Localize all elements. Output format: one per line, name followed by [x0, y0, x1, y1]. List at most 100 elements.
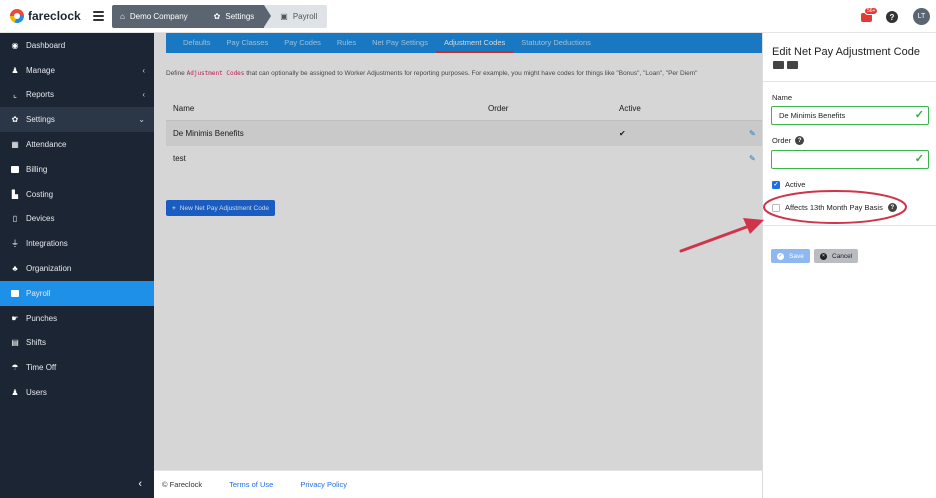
- tab-rules[interactable]: Rules: [329, 38, 364, 53]
- sidebar-collapse-button[interactable]: ‹: [0, 470, 154, 498]
- hamburger-menu-icon[interactable]: [93, 11, 104, 21]
- punch-icon: ☛: [11, 313, 19, 323]
- umbrella-icon: ☂: [11, 363, 19, 373]
- help-icon[interactable]: ?: [887, 203, 897, 212]
- row-active-check: ✔: [619, 129, 626, 138]
- table-row[interactable]: De Minimis Benefits ✔ ✎: [166, 121, 762, 146]
- sidebar-item-label: Settings: [26, 115, 55, 125]
- sidebar-item-label: Reports: [26, 90, 55, 100]
- avatar[interactable]: LT: [913, 8, 930, 25]
- new-adjustment-code-button[interactable]: + New Net Pay Adjustment Code: [166, 200, 276, 216]
- breadcrumb-company-label: Demo Company: [129, 12, 188, 21]
- tab-statutory-deductions[interactable]: Statutory Deductions: [513, 38, 599, 53]
- description-text: Define: [166, 70, 187, 77]
- valid-check-icon: ✓: [914, 109, 924, 121]
- person-icon: ♟: [11, 65, 19, 75]
- sidebar-item-manage[interactable]: ♟ Manage ‹: [0, 58, 154, 83]
- tab-defaults[interactable]: Defaults: [175, 38, 219, 53]
- breadcrumb-settings[interactable]: ✿ Settings: [197, 5, 271, 28]
- help-icon[interactable]: ?: [886, 11, 898, 23]
- terms-of-use-link[interactable]: Terms of Use: [229, 480, 273, 489]
- plus-icon: +: [172, 204, 176, 212]
- breadcrumb-settings-label: Settings: [225, 12, 255, 21]
- tab-pay-codes[interactable]: Pay Codes: [276, 38, 329, 53]
- sidebar-item-dashboard[interactable]: ◉ Dashboard: [0, 33, 154, 58]
- tab-adjustment-codes[interactable]: Adjustment Codes: [435, 38, 514, 53]
- sidebar-item-time-off[interactable]: ☂ Time Off: [0, 355, 154, 380]
- sidebar-item-label: Billing: [26, 164, 48, 174]
- sidebar-item-devices[interactable]: ▯ Devices: [0, 207, 154, 232]
- payroll-icon: ▣: [280, 12, 288, 21]
- sidebar-item-label: Manage: [26, 65, 55, 75]
- page-description: Define Adjustment Codes that can optiona…: [166, 70, 697, 77]
- order-label: Order?: [772, 136, 805, 145]
- settings-tabs: Defaults Pay Classes Pay Codes Rules Net…: [166, 33, 762, 53]
- name-label: Name: [772, 93, 792, 102]
- sidebar-item-label: Users: [26, 388, 47, 398]
- adjustment-codes-table: Name Order Active De Minimis Benefits ✔ …: [166, 97, 762, 171]
- shift-icon: ▤: [11, 338, 19, 348]
- panel-title: Edit Net Pay Adjustment Code: [772, 46, 920, 58]
- name-field[interactable]: De Minimis Benefits ✓: [771, 106, 929, 125]
- tab-net-pay-settings[interactable]: Net Pay Settings: [364, 38, 436, 53]
- sidebar-item-payroll[interactable]: Payroll: [0, 280, 154, 306]
- sidebar-item-label: Integrations: [26, 239, 68, 249]
- divider: [763, 225, 936, 226]
- sidebar-item-billing[interactable]: Billing: [0, 157, 154, 182]
- truck-icon: [787, 61, 798, 69]
- footer: © Fareclock Terms of Use Privacy Policy: [154, 470, 762, 498]
- chart-icon: ⌞: [13, 90, 17, 100]
- id-card-icon: [773, 61, 784, 69]
- sidebar-item-attendance[interactable]: ▦ Attendance: [0, 132, 154, 157]
- edit-adjustment-code-panel: Edit Net Pay Adjustment Code Name De Min…: [762, 33, 936, 498]
- row-name: De Minimis Benefits: [173, 129, 244, 138]
- table-header: Name Order Active: [166, 97, 762, 121]
- close-circle-icon: ×: [820, 252, 827, 260]
- sidebar-item-organization[interactable]: ♣ Organization: [0, 256, 154, 281]
- chevron-left-icon: ‹: [142, 65, 145, 75]
- edit-icon[interactable]: ✎: [749, 129, 762, 138]
- gear-icon: ✿: [213, 12, 221, 21]
- breadcrumb-company[interactable]: ⌂ Demo Company: [112, 5, 205, 28]
- edit-icon[interactable]: ✎: [749, 154, 762, 163]
- cancel-button[interactable]: × Cancel: [814, 249, 859, 263]
- footer-copyright: © Fareclock: [162, 480, 203, 489]
- org-icon: ♣: [12, 264, 18, 274]
- sidebar-item-label: Devices: [26, 214, 55, 224]
- users-icon: ♟: [11, 388, 19, 398]
- sidebar-item-label: Dashboard: [26, 40, 66, 50]
- name-field-value: De Minimis Benefits: [779, 111, 846, 120]
- brand-logo[interactable]: fareclock: [10, 9, 81, 23]
- sidebar-item-reports[interactable]: ⌞ Reports ‹: [0, 83, 154, 108]
- save-button[interactable]: ✓ Save: [771, 249, 810, 263]
- tab-pay-classes[interactable]: Pay Classes: [219, 38, 277, 53]
- column-header-order: Order: [488, 104, 509, 113]
- sidebar-item-label: Shifts: [26, 338, 47, 348]
- affects-13th-month-checkbox-row[interactable]: Affects 13th Month Pay Basis ?: [772, 203, 897, 212]
- sidebar-item-shifts[interactable]: ▤ Shifts: [0, 331, 154, 356]
- privacy-policy-link[interactable]: Privacy Policy: [300, 480, 347, 489]
- sidebar-item-punches[interactable]: ☛ Punches: [0, 306, 154, 331]
- affects-13th-month-label: Affects 13th Month Pay Basis: [785, 203, 883, 212]
- breadcrumb-payroll[interactable]: ▣ Payroll: [264, 5, 328, 28]
- dashboard-icon: ◉: [11, 40, 19, 50]
- notification-badge: 56+: [864, 7, 879, 15]
- affects-13th-month-checkbox[interactable]: [772, 203, 780, 212]
- sidebar-item-costing[interactable]: ▙ Costing: [0, 182, 154, 207]
- breadcrumb-payroll-label: Payroll: [292, 12, 318, 21]
- divider: [763, 81, 936, 82]
- sidebar-item-settings[interactable]: ✿ Settings ⌄: [0, 107, 154, 133]
- plug-icon: ⏚: [11, 239, 19, 249]
- sidebar-item-label: Punches: [26, 313, 58, 323]
- help-icon[interactable]: ?: [795, 136, 805, 145]
- order-field[interactable]: ✓: [771, 150, 929, 169]
- save-label: Save: [789, 252, 804, 260]
- notifications-gift-icon[interactable]: 56+: [860, 7, 879, 22]
- active-checkbox[interactable]: ✓: [772, 180, 780, 189]
- main-content: Define Adjustment Codes that can optiona…: [154, 33, 762, 470]
- active-checkbox-row[interactable]: ✓ Active: [772, 180, 805, 189]
- sidebar-item-users[interactable]: ♟ Users: [0, 380, 154, 405]
- sidebar-item-integrations[interactable]: ⏚ Integrations: [0, 231, 154, 256]
- table-row[interactable]: test ✎: [166, 146, 762, 171]
- name-label-text: Name: [772, 93, 793, 102]
